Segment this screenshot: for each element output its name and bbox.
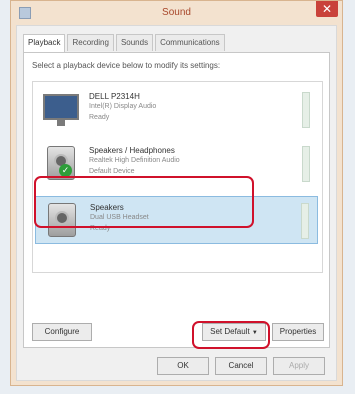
selected-device-highlight xyxy=(34,176,254,228)
tab-playback[interactable]: Playback xyxy=(23,34,66,53)
instruction-text: Select a playback device below to modify… xyxy=(32,61,221,70)
configure-button[interactable]: Configure xyxy=(32,323,92,341)
tab-sounds[interactable]: Sounds xyxy=(115,34,154,51)
device-item-dell-p2314h[interactable]: DELL P2314H Intel(R) Display Audio Ready xyxy=(35,86,318,134)
cancel-button[interactable]: Cancel xyxy=(215,357,267,375)
set-default-highlight xyxy=(192,321,270,349)
device-description: Realtek High Definition Audio xyxy=(89,157,180,164)
apply-button[interactable]: Apply xyxy=(273,357,325,375)
volume-level-meter xyxy=(302,92,310,128)
tab-recording[interactable]: Recording xyxy=(67,34,114,51)
device-name: DELL P2314H xyxy=(89,92,140,101)
close-button[interactable]: ✕ xyxy=(316,1,338,17)
device-status: Default Device xyxy=(89,168,135,175)
window-title: Sound xyxy=(162,7,191,18)
monitor-icon xyxy=(43,90,81,128)
tab-communications[interactable]: Communications xyxy=(155,34,225,51)
close-icon: ✕ xyxy=(321,2,333,16)
tab-strip: Playback Recording Sounds Communications xyxy=(23,34,227,53)
device-status: Ready xyxy=(89,114,110,121)
ok-button[interactable]: OK xyxy=(157,357,209,375)
device-name: Speakers / Headphones xyxy=(89,146,175,155)
volume-level-meter xyxy=(301,203,309,239)
properties-button[interactable]: Properties xyxy=(272,323,324,341)
device-description: Intel(R) Display Audio xyxy=(89,103,157,110)
title-bar[interactable]: Sound ✕ xyxy=(11,1,342,25)
volume-level-meter xyxy=(302,146,310,182)
